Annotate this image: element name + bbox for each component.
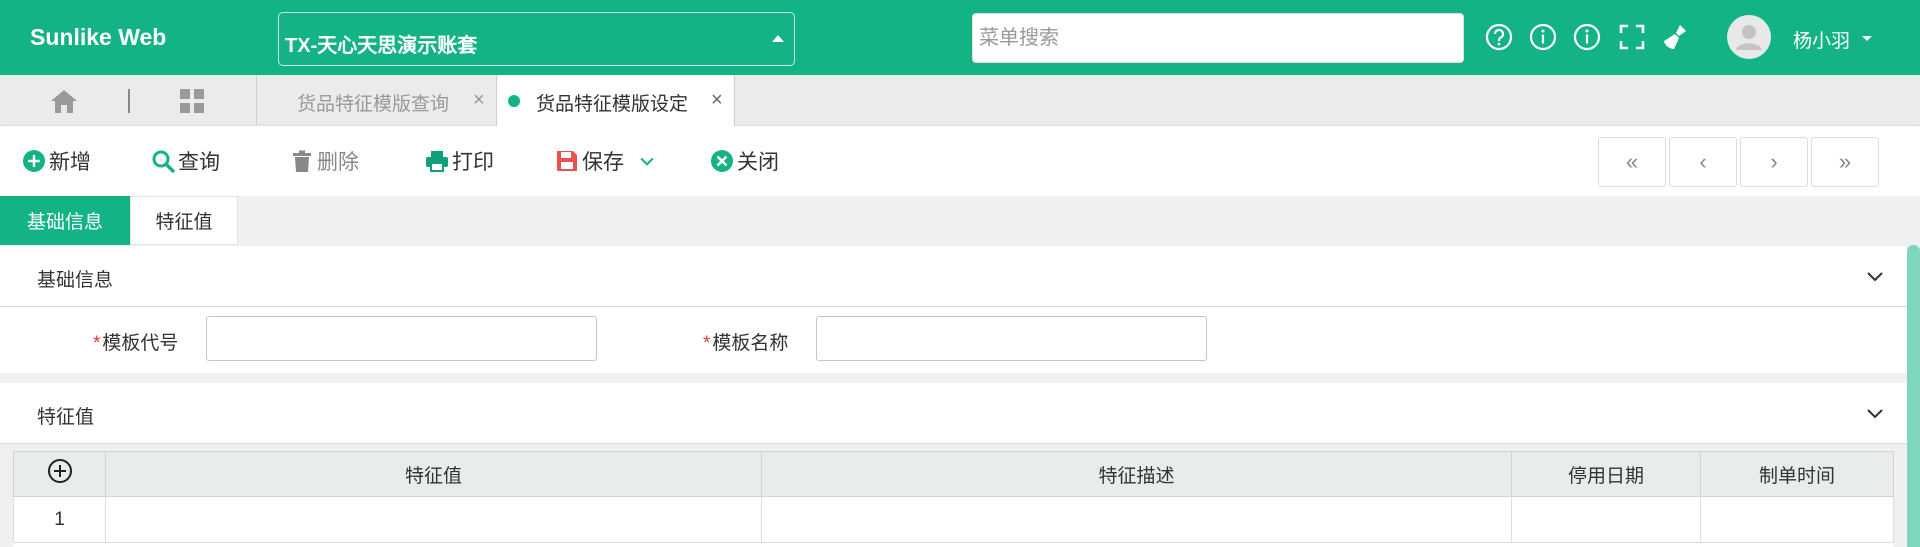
user-name[interactable]: 杨小羽 (1793, 26, 1850, 53)
help-icon[interactable] (1484, 22, 1514, 52)
table-row[interactable]: 1 (13, 496, 1894, 543)
disable-date-cell[interactable] (1511, 496, 1701, 543)
close-circle-icon (711, 150, 733, 172)
save-button[interactable]: 保存 (555, 146, 657, 176)
close-tab-icon[interactable]: × (711, 89, 723, 112)
tab-label: 货品特征模版查询 (297, 94, 450, 115)
feature-values-table: 特征值 特征描述 停用日期 制单时间 1 (13, 451, 1894, 547)
chevron-down-icon[interactable] (1865, 403, 1885, 423)
home-icon[interactable] (50, 88, 78, 114)
account-selector[interactable]: TX-天心天思演示账套 (278, 12, 795, 66)
chevron-down-icon[interactable] (637, 151, 657, 171)
account-name: TX-天心天思演示账套 (285, 35, 478, 57)
feature-value-cell[interactable] (105, 496, 762, 543)
close-tab-icon[interactable]: × (473, 89, 485, 112)
menu-search-input[interactable] (972, 13, 1464, 63)
last-record-button[interactable]: » (1811, 137, 1879, 187)
previous-record-button[interactable]: ‹ (1669, 137, 1737, 187)
template-name-input[interactable] (816, 316, 1207, 361)
next-record-button[interactable]: › (1740, 137, 1808, 187)
chevron-down-icon[interactable] (1865, 266, 1885, 286)
page-content: 基础信息 特征值 基础信息 * 模板代号 * 模板名称 特征值 特征值 特征描述… (0, 196, 1920, 547)
first-record-button[interactable]: « (1598, 137, 1666, 187)
trash-icon (293, 150, 311, 172)
caret-up-icon (772, 35, 784, 42)
delete-button[interactable]: 删除 (290, 146, 359, 176)
column-header-feature-description[interactable]: 特征描述 (761, 451, 1512, 497)
tab-feature-template-setup[interactable]: 货品特征模版设定 × (496, 75, 735, 126)
avatar[interactable] (1727, 15, 1771, 59)
brand-logo: Sunlike Web (30, 24, 167, 50)
floppy-disk-icon (557, 151, 577, 171)
apps-grid-icon[interactable] (179, 88, 205, 114)
save-button-label: 保存 (582, 151, 624, 174)
plus-circle-outline-icon (47, 459, 72, 483)
clear-cache-broom-icon[interactable] (1661, 22, 1691, 52)
add-button-label: 新增 (49, 151, 91, 174)
template-code-input[interactable] (206, 316, 597, 361)
column-header-disable-date[interactable]: 停用日期 (1511, 451, 1701, 497)
section-title: 特征值 (37, 407, 95, 428)
row-index: 1 (13, 496, 106, 543)
close-button[interactable]: 关闭 (710, 146, 779, 176)
table-header-row: 特征值 特征描述 停用日期 制单时间 (13, 451, 1894, 497)
feature-values-section-header[interactable]: 特征值 (0, 383, 1907, 444)
add-row-button[interactable] (13, 451, 106, 497)
delete-button-label: 删除 (317, 151, 359, 174)
tab-label: 货品特征模版设定 (536, 94, 689, 115)
subtab-basic-info[interactable]: 基础信息 (0, 196, 130, 245)
close-button-label: 关闭 (737, 151, 779, 174)
page-scrollbar[interactable] (1907, 245, 1920, 547)
basic-info-section-header[interactable]: 基础信息 (0, 246, 1907, 307)
template-name-label: * 模板名称 (703, 333, 789, 354)
fullscreen-icon[interactable] (1617, 22, 1647, 52)
action-toolbar: 新增 查询 删除 打印 保存 关闭 « ‹ › » (0, 126, 1920, 196)
search-icon (152, 150, 175, 173)
print-button-label: 打印 (452, 151, 494, 174)
page-tab-bar: 货品特征模版查询 × 货品特征模版设定 × (0, 75, 1920, 126)
top-header: Sunlike Web TX-天心天思演示账套 杨小羽 (0, 0, 1920, 75)
tab-separator (128, 89, 130, 113)
subtab-feature-values[interactable]: 特征值 (130, 196, 238, 245)
caret-down-icon[interactable] (1862, 36, 1872, 41)
printer-icon (426, 151, 448, 172)
plus-circle-icon (23, 150, 45, 172)
active-tab-dot-icon (508, 95, 520, 107)
print-button[interactable]: 打印 (425, 146, 494, 176)
info-icon[interactable] (1528, 22, 1558, 52)
created-time-cell[interactable] (1700, 496, 1894, 543)
tab-feature-template-query[interactable]: 货品特征模版查询 × (256, 75, 496, 126)
query-button-label: 查询 (178, 151, 220, 174)
section-title: 基础信息 (37, 270, 114, 291)
column-header-created-time[interactable]: 制单时间 (1700, 451, 1894, 497)
column-header-feature-value[interactable]: 特征值 (105, 451, 762, 497)
feature-description-cell[interactable] (761, 496, 1512, 543)
about-icon[interactable] (1572, 22, 1602, 52)
basic-info-form: * 模板代号 * 模板名称 (0, 307, 1907, 373)
query-button[interactable]: 查询 (151, 146, 220, 176)
add-button[interactable]: 新增 (22, 146, 91, 176)
template-code-label: * 模板代号 (93, 333, 179, 354)
